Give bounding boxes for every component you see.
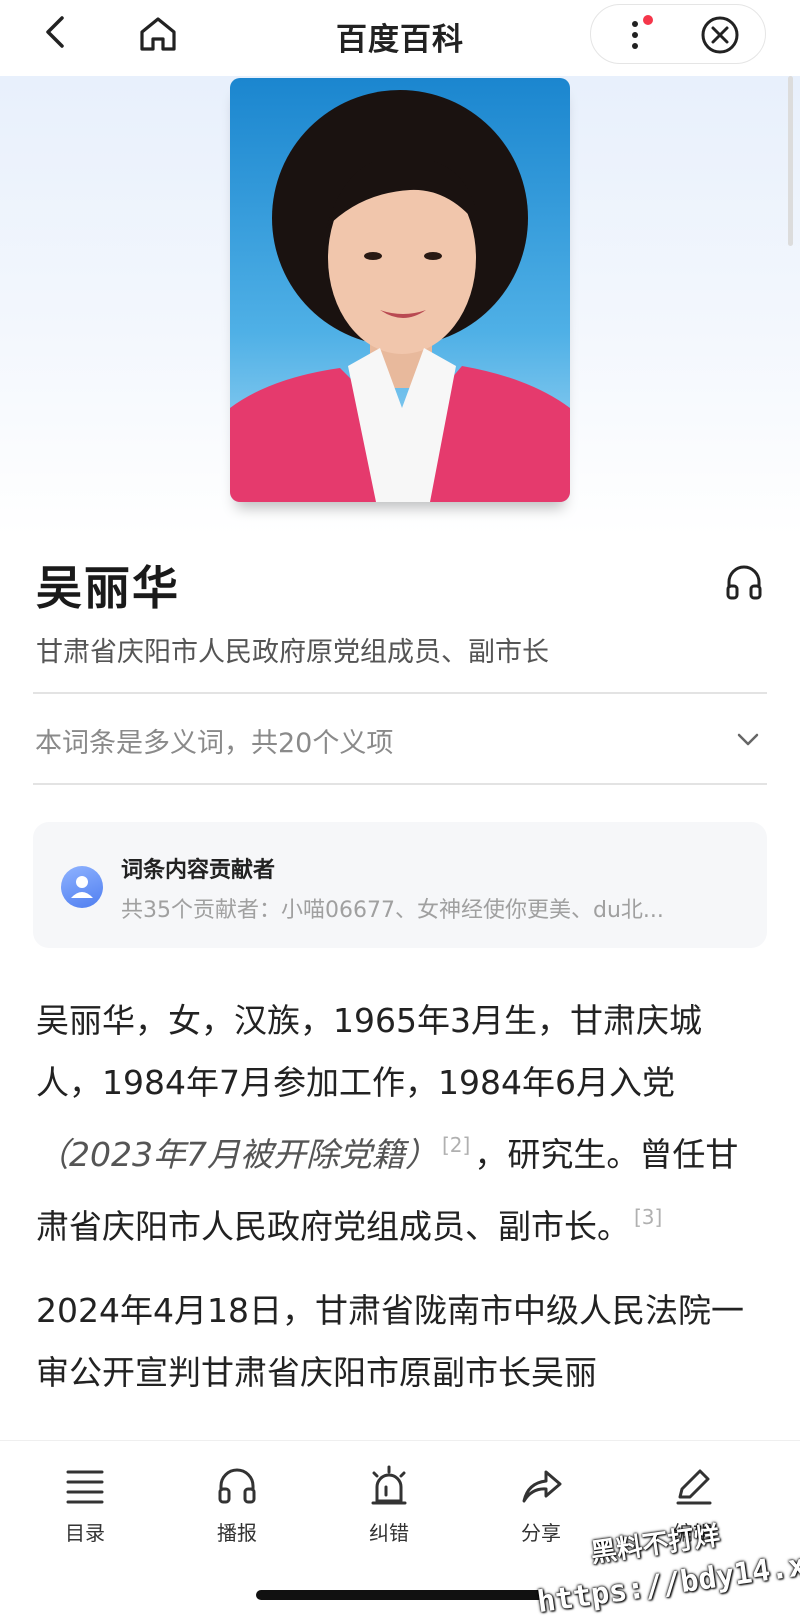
contributors-card[interactable]: 词条内容贡献者 共35个贡献者：小喵06677、女神经使你更美、du北... (33, 822, 767, 948)
top-nav-bar: 百度百科 (0, 0, 800, 76)
toolbar-share-button[interactable]: 分享 (486, 1463, 596, 1546)
polysemy-selector[interactable]: 本词条是多义词，共20个义项 (33, 693, 767, 783)
portrait-photo[interactable] (230, 78, 570, 502)
entry-subtitle: 甘肃省庆阳市人民政府原党组成员、副市长 (36, 637, 549, 668)
citation-link[interactable]: [2] (442, 1133, 470, 1157)
entry-name: 吴丽华 (36, 561, 180, 615)
toolbar-edit-button[interactable]: 编辑 (638, 1463, 748, 1546)
headphones-icon (218, 1468, 256, 1504)
more-options-icon[interactable] (615, 15, 655, 55)
list-icon (66, 1470, 104, 1504)
toolbar-label: 目录 (65, 1521, 105, 1545)
polysemy-text: 本词条是多义词，共20个义项 (35, 728, 394, 759)
home-indicator[interactable] (256, 1590, 544, 1600)
alarm-icon (371, 1465, 407, 1505)
toolbar-listen-button[interactable]: 播报 (182, 1463, 292, 1546)
share-icon (522, 1470, 562, 1503)
news-paragraph: 2024年4月18日，甘肃省陇南市中级人民法院一审公开宣判甘肃省庆阳市原副市长吴… (36, 1291, 744, 1392)
contributors-title: 词条内容贡献者 (121, 858, 276, 883)
scrollbar[interactable] (788, 76, 793, 246)
pencil-icon (676, 1469, 712, 1505)
mini-program-capsule (590, 4, 766, 64)
entry-summary: 吴丽华，女，汉族，1965年3月生，甘肃庆城人，1984年7月参加工作，1984… (36, 990, 766, 1426)
summary-text: 吴丽华，女，汉族，1965年3月生，甘肃庆城人，1984年7月参加工作，1984… (36, 1001, 702, 1102)
toolbar-label: 编辑 (673, 1521, 713, 1545)
summary-italic-note: （2023年7月被开除党籍） (36, 1135, 438, 1174)
toolbar-label: 播报 (217, 1521, 257, 1545)
toolbar-contents-button[interactable]: 目录 (30, 1463, 140, 1546)
toolbar-label: 分享 (521, 1521, 561, 1545)
headphones-icon[interactable] (722, 560, 766, 604)
summary-paragraph: 吴丽华，女，汉族，1965年3月生，甘肃庆城人，1984年7月参加工作，1984… (36, 990, 766, 1258)
toolbar-label: 纠错 (369, 1521, 409, 1545)
divider (33, 783, 767, 785)
close-icon[interactable] (699, 14, 741, 56)
toolbar-report-error-button[interactable]: 纠错 (334, 1463, 444, 1546)
contributors-list: 共35个贡献者：小喵06677、女神经使你更美、du北... (121, 898, 664, 923)
contributor-avatar-icon (61, 866, 103, 908)
chevron-down-icon (733, 725, 763, 755)
citation-link[interactable]: [3] (634, 1205, 662, 1229)
